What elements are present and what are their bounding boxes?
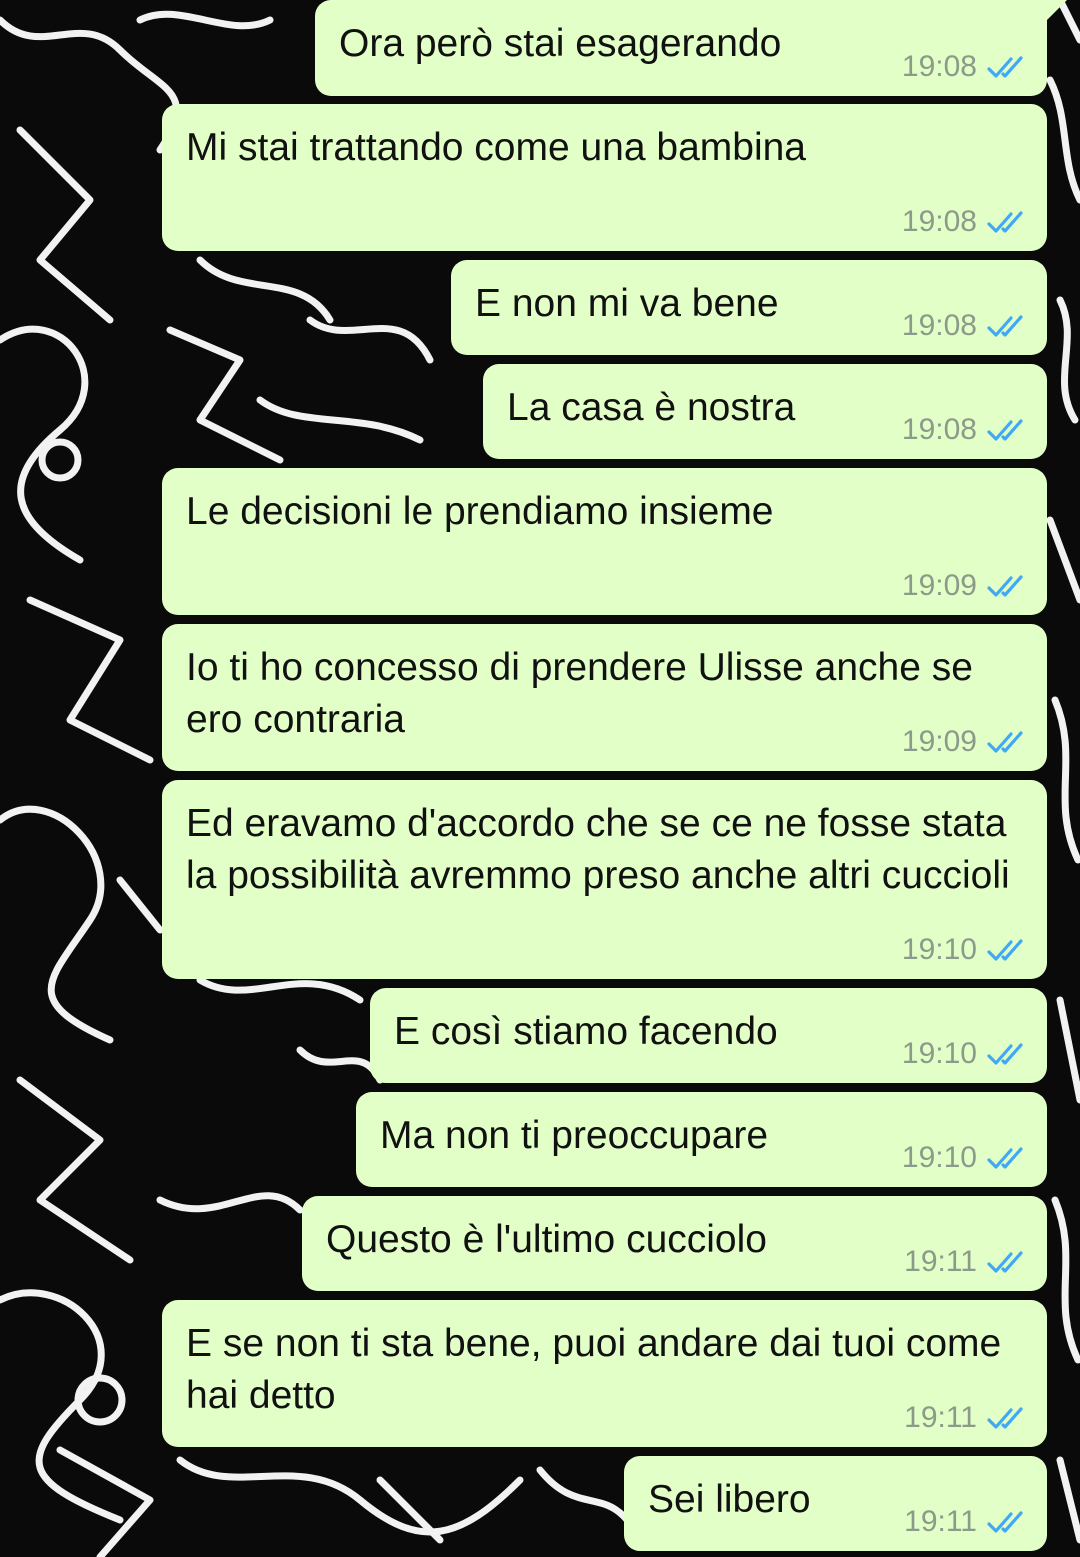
message-time: 19:08 <box>901 205 977 238</box>
message-bubble[interactable]: Le decisioni le prendiamo insieme 19:09 <box>162 468 1047 615</box>
message-bubble[interactable]: Sei libero 19:11 <box>624 1456 1047 1551</box>
message-bubble[interactable]: Questo è l'ultimo cucciolo 19:11 <box>302 1196 1047 1291</box>
message-bubble[interactable]: Io ti ho concesso di prendere Ulisse anc… <box>162 624 1047 771</box>
message-meta: 19:10 <box>902 1037 1027 1071</box>
double-check-read-icon <box>987 731 1023 753</box>
double-check-read-icon <box>987 575 1023 597</box>
message-bubble[interactable]: Ma non ti preoccupare 19:10 <box>356 1092 1047 1187</box>
double-check-read-icon <box>987 1043 1023 1065</box>
message-bubble[interactable]: E non mi va bene 19:08 <box>451 260 1047 355</box>
message-meta: 19:11 <box>904 1505 1027 1539</box>
message-bubble[interactable]: Mi stai trattando come una bambina 19:08 <box>162 104 1047 251</box>
message-time: 19:10 <box>901 933 977 966</box>
message-meta: 19:08 <box>902 413 1027 447</box>
message-time: 19:09 <box>901 725 977 758</box>
message-meta: 19:11 <box>904 1401 1027 1435</box>
message-text: Io ti ho concesso di prendere Ulisse anc… <box>186 646 984 741</box>
double-check-read-icon <box>987 419 1023 441</box>
message-bubble[interactable]: E se non ti sta bene, puoi andare dai tu… <box>162 1300 1047 1447</box>
message-time: 19:10 <box>901 1037 977 1070</box>
double-check-read-icon <box>987 56 1023 78</box>
message-time: 19:11 <box>904 1245 977 1278</box>
message-meta: 19:08 <box>902 309 1027 343</box>
message-time: 19:08 <box>901 413 977 446</box>
message-time: 19:11 <box>904 1401 977 1434</box>
message-meta: 19:08 <box>902 205 1027 239</box>
double-check-read-icon <box>987 939 1023 961</box>
message-meta: 19:10 <box>902 1141 1027 1175</box>
message-time: 19:08 <box>901 50 977 83</box>
message-text: Ed eravamo d'accordo che se ce ne fosse … <box>186 802 1018 897</box>
double-check-read-icon <box>987 1147 1023 1169</box>
double-check-read-icon <box>987 211 1023 233</box>
message-text: Mi stai trattando come una bambina <box>186 126 807 169</box>
message-meta: 19:10 <box>902 933 1027 967</box>
message-time: 19:10 <box>901 1141 977 1174</box>
chat-message-list[interactable]: Ora però stai esagerando 19:08 Mi stai t… <box>0 0 1080 1557</box>
message-time: 19:08 <box>901 309 977 342</box>
double-check-read-icon <box>987 1511 1023 1533</box>
message-bubble[interactable]: La casa è nostra 19:08 <box>483 364 1047 459</box>
message-time: 19:11 <box>904 1505 977 1538</box>
message-meta: 19:08 <box>902 50 1027 84</box>
message-meta: 19:09 <box>902 725 1027 759</box>
message-time: 19:09 <box>901 569 977 602</box>
message-bubble[interactable]: Ora però stai esagerando 19:08 <box>315 0 1067 96</box>
message-text: E se non ti sta bene, puoi andare dai tu… <box>186 1322 1013 1417</box>
double-check-read-icon <box>987 315 1023 337</box>
message-text: Le decisioni le prendiamo insieme <box>186 490 774 533</box>
double-check-read-icon <box>987 1251 1023 1273</box>
message-meta: 19:09 <box>902 569 1027 603</box>
message-meta: 19:11 <box>904 1245 1027 1279</box>
message-bubble[interactable]: E così stiamo facendo 19:10 <box>370 988 1047 1083</box>
message-bubble[interactable]: Ed eravamo d'accordo che se ce ne fosse … <box>162 780 1047 979</box>
double-check-read-icon <box>987 1407 1023 1429</box>
